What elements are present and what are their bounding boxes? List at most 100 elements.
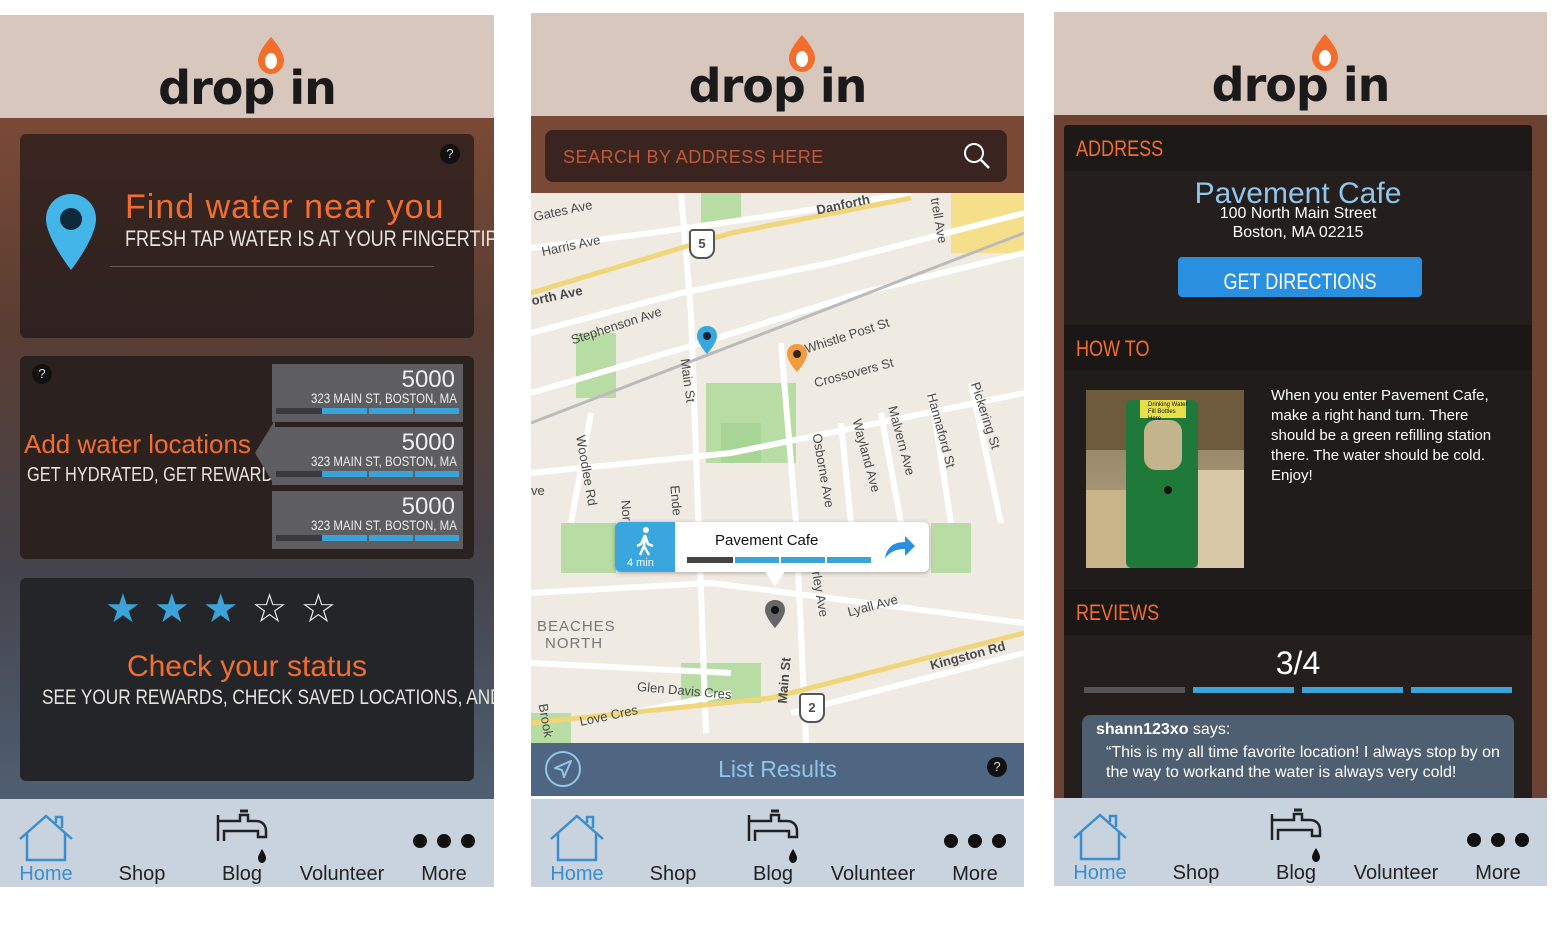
tab-bar: Home Shop Blog Volunteer More bbox=[531, 799, 1024, 887]
location-callout[interactable]: 4 min Pavement Cafe bbox=[615, 522, 929, 587]
star-rating: ★★★☆☆ bbox=[105, 586, 349, 632]
location-pin-icon bbox=[46, 194, 96, 270]
rating-bar bbox=[1084, 687, 1512, 693]
tab-more[interactable]: More bbox=[935, 799, 1015, 887]
reward-address: 323 MAIN ST, BOSTON, MA bbox=[311, 390, 457, 406]
street-label: ve bbox=[531, 483, 545, 498]
star-filled-icon: ★ bbox=[105, 587, 154, 631]
rewards-list: 5000 323 MAIN ST, BOSTON, MA 5000 323 MA… bbox=[272, 364, 463, 549]
help-button[interactable]: ? bbox=[32, 364, 52, 384]
photo-sign-text: Drinking Water Fill Bottles Here bbox=[1148, 402, 1188, 422]
find-water-card[interactable]: ? Find water near you FRESH TAP WATER IS… bbox=[20, 134, 494, 338]
route-shield: 5 bbox=[689, 229, 715, 259]
list-results-button[interactable]: List Results bbox=[531, 756, 1024, 783]
tab-label: Home bbox=[1073, 862, 1127, 884]
find-water-title: Find water near you bbox=[125, 188, 445, 226]
star-filled-icon: ★ bbox=[153, 587, 203, 631]
get-directions-label: GET DIRECTIONS bbox=[1223, 269, 1377, 294]
check-status-card[interactable]: ★★★☆☆ Check your status SEE YOUR REWARDS… bbox=[20, 578, 494, 781]
section-title: HOW TO bbox=[1076, 336, 1150, 361]
route-shield: 2 bbox=[799, 693, 825, 723]
reward-address: 323 MAIN ST, BOSTON, MA bbox=[311, 453, 457, 469]
tab-bar: Home Shop Blog Volunteer More bbox=[1054, 798, 1547, 886]
tab-blog[interactable]: Blog bbox=[1258, 798, 1334, 886]
reward-progress bbox=[276, 535, 459, 541]
add-locations-card[interactable]: ? Add water locations GET HYDRATED, GET … bbox=[20, 356, 474, 559]
reviews-header: REVIEWS bbox=[1064, 589, 1532, 635]
howto-content: Drinking Water Fill Bottles Here When yo… bbox=[1064, 370, 1532, 588]
tab-blog[interactable]: Blog bbox=[735, 799, 811, 887]
tab-shop[interactable]: Shop bbox=[635, 799, 711, 887]
street-label: Nor bbox=[618, 499, 635, 522]
get-directions-button[interactable]: GET DIRECTIONS bbox=[1178, 257, 1422, 297]
tab-shop[interactable]: Shop bbox=[1158, 798, 1234, 886]
city-address: Boston, MA 02215 bbox=[1232, 224, 1364, 241]
home-screen: drop in ? Find water near you FRESH TAP … bbox=[0, 15, 494, 887]
tab-label: Shop bbox=[649, 863, 697, 885]
more-dots-icon bbox=[939, 831, 1011, 854]
directions-arrow-icon[interactable] bbox=[883, 534, 917, 560]
tab-home[interactable]: Home bbox=[1062, 798, 1138, 886]
search-icon[interactable] bbox=[963, 142, 991, 170]
section-title: REVIEWS bbox=[1076, 600, 1160, 625]
list-results-bar[interactable]: List Results ? bbox=[531, 743, 1024, 796]
app-header: drop in bbox=[531, 13, 1024, 116]
map-view[interactable]: Gates Ave Harris Ave Danforth trell Ave … bbox=[531, 193, 1024, 743]
search-input[interactable] bbox=[561, 130, 945, 184]
rating-segment bbox=[1193, 687, 1294, 693]
map-screen: drop in SEARCH BY ADDRESS HERE Gates Ave… bbox=[531, 13, 1024, 887]
logo-text: drop in bbox=[688, 59, 868, 113]
detail-body: ADDRESS Pavement Cafe 100 North Main Str… bbox=[1054, 115, 1547, 805]
tab-home[interactable]: Home bbox=[8, 799, 84, 887]
location-detail-screen: drop in ADDRESS Pavement Cafe 100 North … bbox=[1054, 12, 1547, 886]
tab-more[interactable]: More bbox=[404, 799, 484, 887]
check-status-subtitle: SEE YOUR REWARDS, CHECK SAVED LOCATIONS,… bbox=[42, 686, 494, 709]
tab-label: More bbox=[952, 863, 998, 885]
reward-address: 323 MAIN ST, BOSTON, MA bbox=[311, 517, 457, 533]
tab-label: Shop bbox=[1172, 862, 1220, 884]
tab-label: Volunteer bbox=[830, 863, 916, 885]
address-header: ADDRESS bbox=[1064, 125, 1532, 171]
tab-shop[interactable]: Shop bbox=[104, 799, 180, 887]
tab-label: Blog bbox=[752, 863, 794, 885]
walk-eta: 4 min bbox=[615, 522, 675, 572]
tab-label: Volunteer bbox=[299, 863, 385, 885]
drop-in-logo: drop in bbox=[147, 37, 347, 117]
area-label: NORTH bbox=[545, 635, 604, 652]
tab-volunteer[interactable]: Volunteer bbox=[825, 799, 921, 887]
help-button[interactable]: ? bbox=[987, 757, 1007, 777]
rating-score: 3/4 bbox=[1275, 645, 1321, 681]
star-filled-icon: ★ bbox=[202, 587, 252, 631]
walking-icon bbox=[636, 527, 654, 556]
tab-home[interactable]: Home bbox=[539, 799, 615, 887]
tab-label: Home bbox=[550, 863, 604, 885]
logo-text: drop in bbox=[158, 61, 337, 115]
reward-item[interactable]: 5000 323 MAIN ST, BOSTON, MA bbox=[272, 491, 463, 549]
refill-station-photo[interactable]: Drinking Water Fill Bottles Here bbox=[1086, 390, 1244, 568]
help-button[interactable]: ? bbox=[440, 144, 460, 164]
howto-instructions: When you enter Pavement Cafe, make a rig… bbox=[1271, 387, 1492, 484]
tab-more[interactable]: More bbox=[1458, 798, 1538, 886]
review-card: shann123xo says: “This is my all time fa… bbox=[1082, 715, 1514, 805]
tab-label: Blog bbox=[1275, 862, 1317, 884]
area-label: BEACHES bbox=[537, 618, 616, 635]
reward-item[interactable]: 5000 323 MAIN ST, BOSTON, MA bbox=[272, 364, 463, 422]
faucet-icon bbox=[1270, 808, 1322, 862]
tab-volunteer[interactable]: Volunteer bbox=[1348, 798, 1444, 886]
tab-volunteer[interactable]: Volunteer bbox=[294, 799, 390, 887]
tab-label: More bbox=[421, 863, 467, 885]
selected-location-pin-icon[interactable] bbox=[764, 599, 786, 629]
review-username[interactable]: shann123xo bbox=[1096, 721, 1188, 738]
tab-label: Volunteer bbox=[1353, 862, 1439, 884]
user-location-pin-icon[interactable] bbox=[696, 325, 718, 355]
home-body: ? Find water near you FRESH TAP WATER IS… bbox=[0, 118, 494, 800]
find-water-subtitle: FRESH TAP WATER IS AT YOUR FINGERTIPS bbox=[125, 226, 494, 251]
drop-in-logo: drop in bbox=[1201, 34, 1401, 114]
app-header: drop in bbox=[1054, 12, 1547, 115]
reward-item[interactable]: 5000 323 MAIN ST, BOSTON, MA bbox=[272, 427, 463, 485]
rating-segment bbox=[1084, 687, 1185, 693]
water-location-pin-icon[interactable] bbox=[786, 343, 808, 373]
tab-blog[interactable]: Blog bbox=[204, 799, 280, 887]
house-icon bbox=[19, 814, 73, 862]
more-dots-icon bbox=[408, 831, 480, 854]
